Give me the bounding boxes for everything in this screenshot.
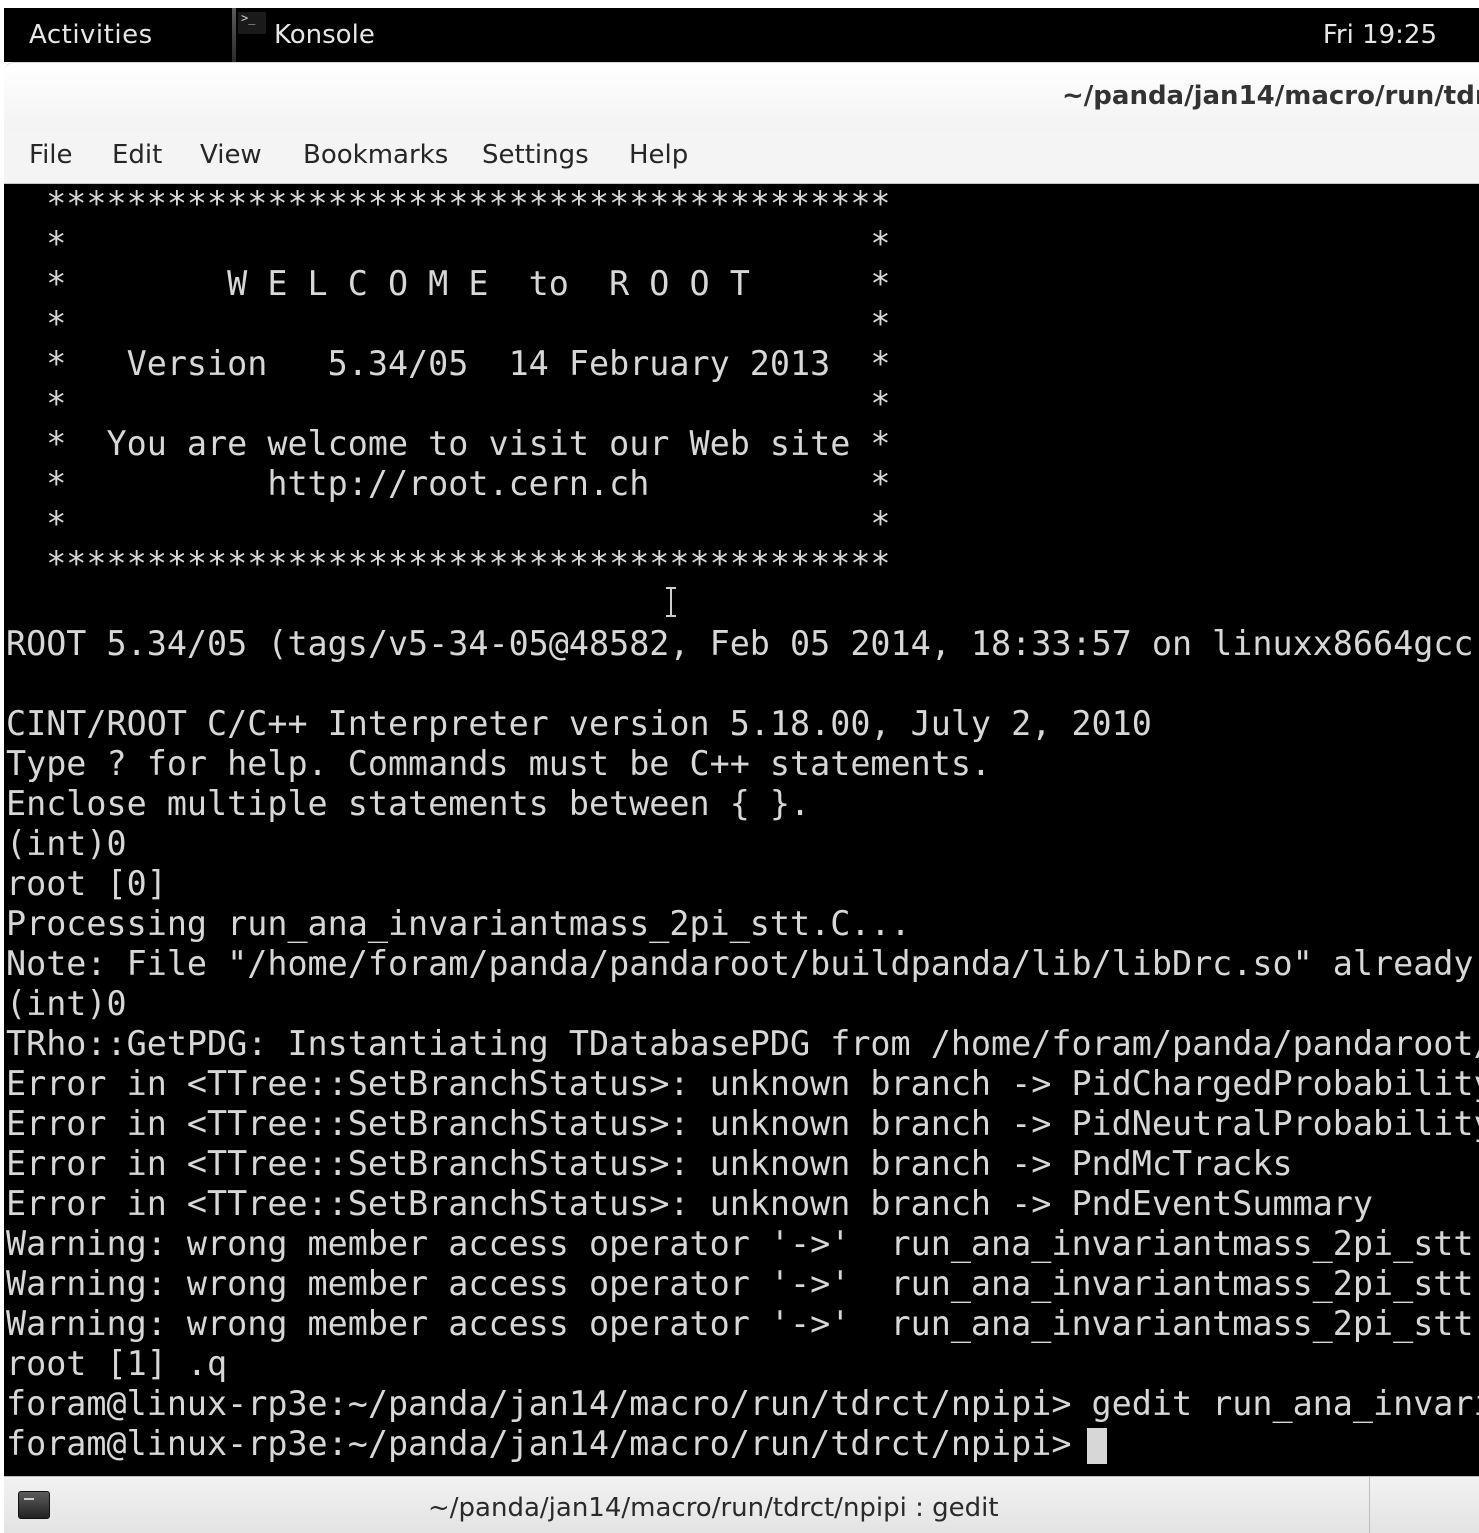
terminal-line: root [1] .q <box>6 1344 228 1383</box>
terminal-line: Warning: wrong member access operator '-… <box>6 1224 1479 1263</box>
window-title: ~/panda/jan14/macro/run/tdr <box>1062 81 1479 111</box>
terminal-line: Error in <TTree::SetBranchStatus>: unkno… <box>6 1184 1373 1223</box>
menu-file[interactable]: File <box>29 140 73 170</box>
menu-view[interactable]: View <box>200 140 262 170</box>
terminal-line: Note: File "/home/foram/panda/pandaroot/… <box>6 944 1474 983</box>
clock-button[interactable]: Fri 19:25 <box>1323 20 1437 50</box>
activities-button[interactable]: Activities <box>29 20 153 50</box>
konsole-app-icon: >_ <box>238 12 266 34</box>
terminal-line: * * <box>6 224 891 263</box>
menubar: File Edit View Bookmarks Settings Help <box>4 130 1479 184</box>
terminal-line: root [0] <box>6 864 167 903</box>
terminal-line: ****************************************… <box>6 544 891 583</box>
window-titlebar[interactable]: ~/panda/jan14/macro/run/tdr <box>4 62 1479 130</box>
terminal-view[interactable]: ****************************************… <box>4 184 1479 1476</box>
menu-bookmarks[interactable]: Bookmarks <box>303 140 448 170</box>
app-menu-button[interactable]: >_ Konsole <box>232 8 432 62</box>
terminal-line: Error in <TTree::SetBranchStatus>: unkno… <box>6 1104 1479 1143</box>
text-cursor-icon <box>666 587 676 617</box>
terminal-icon <box>18 1491 50 1519</box>
terminal-line: Warning: wrong member access operator '-… <box>6 1264 1479 1303</box>
terminal-cursor <box>1087 1428 1107 1464</box>
top-panel: Activities >_ Konsole Fri 19:25 <box>4 8 1479 62</box>
terminal-line: Type ? for help. Commands must be C++ st… <box>6 744 992 783</box>
terminal-line: Warning: wrong member access operator '-… <box>6 1304 1479 1343</box>
terminal-line: * W E L C O M E to R O O T * <box>6 264 891 303</box>
panel-separator <box>232 8 236 62</box>
terminal-line: ****************************************… <box>6 184 891 223</box>
bottom-taskbar: ~/panda/jan14/macro/run/tdrct/npipi : ge… <box>4 1476 1479 1533</box>
terminal-line: (int)0 <box>6 824 127 863</box>
menu-edit[interactable]: Edit <box>112 140 162 170</box>
terminal-line: * http://root.cern.ch * <box>6 464 891 503</box>
terminal-line: TRho::GetPDG: Instantiating TDatabasePDG… <box>6 1024 1479 1063</box>
menu-help[interactable]: Help <box>629 140 688 170</box>
terminal-line: * * <box>6 504 891 543</box>
desktop-screen: Activities >_ Konsole Fri 19:25 ~/panda/… <box>0 0 1479 1533</box>
terminal-line: Processing run_ana_invariantmass_2pi_stt… <box>6 904 911 943</box>
terminal-line: Error in <TTree::SetBranchStatus>: unkno… <box>6 1144 1293 1183</box>
terminal-line: * Version 5.34/05 14 February 2013 * <box>6 344 891 383</box>
menu-settings[interactable]: Settings <box>482 140 589 170</box>
terminal-line: * You are welcome to visit our Web site … <box>6 424 891 463</box>
terminal-prompt-line: foram@linux-rp3e:~/panda/jan14/macro/run… <box>6 1424 1092 1463</box>
terminal-line: (int)0 <box>6 984 127 1023</box>
terminal-line: ROOT 5.34/05 (tags/v5-34-05@48582, Feb 0… <box>6 624 1479 663</box>
taskbar-window-label: ~/panda/jan14/macro/run/tdrct/npipi : ge… <box>428 1493 999 1523</box>
terminal-line: foram@linux-rp3e:~/panda/jan14/macro/run… <box>6 1384 1479 1423</box>
terminal-line: * * <box>6 384 891 423</box>
taskbar-window-gedit[interactable]: ~/panda/jan14/macro/run/tdrct/npipi : ge… <box>4 1477 1370 1533</box>
terminal-line: Enclose multiple statements between { }. <box>6 784 811 823</box>
terminal-line: CINT/ROOT C/C++ Interpreter version 5.18… <box>6 704 1152 743</box>
app-name-label: Konsole <box>274 20 375 50</box>
terminal-line: * * <box>6 304 891 343</box>
terminal-line: Error in <TTree::SetBranchStatus>: unkno… <box>6 1064 1479 1103</box>
